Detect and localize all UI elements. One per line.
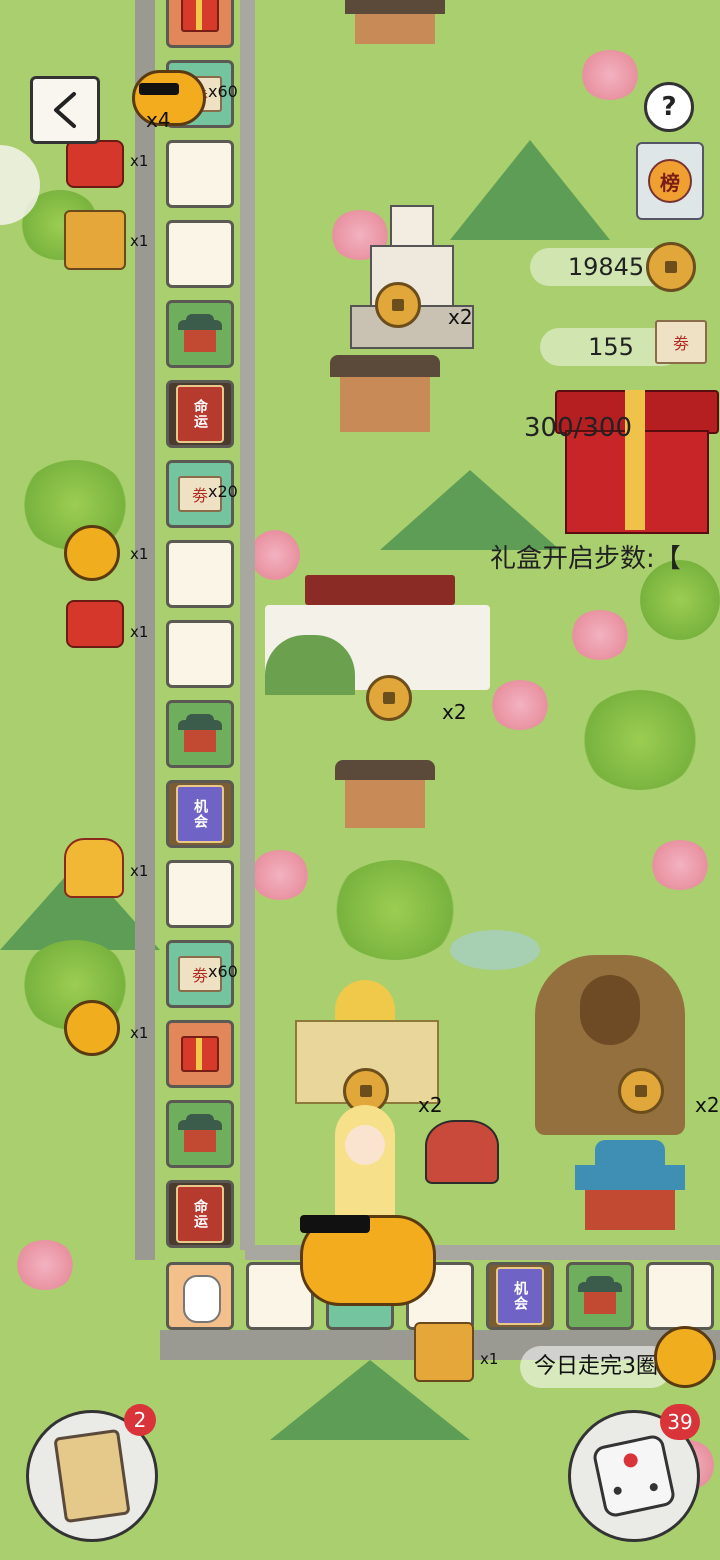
cards-badge: 2 <box>124 1404 156 1436</box>
kite-icon <box>425 1120 499 1184</box>
fate-card-icon: 命运 <box>176 385 224 443</box>
board-tile-temple <box>166 700 234 768</box>
reward-count: x1 <box>130 862 149 880</box>
board-tile-fate: 命运 <box>166 380 234 448</box>
temple-icon <box>578 1276 622 1316</box>
blue-pavilion-landmark <box>575 1140 685 1230</box>
reward-count: x1 <box>130 1024 149 1042</box>
blossom-decoration <box>650 840 710 890</box>
blossom-decoration <box>15 1240 75 1290</box>
board-tile-blank <box>166 540 234 608</box>
temple-icon <box>178 714 222 754</box>
coin-count: 19845 <box>567 253 645 281</box>
coin-icon <box>646 242 696 292</box>
help-button[interactable]: ? <box>644 82 694 132</box>
board-tile-blank <box>166 220 234 288</box>
board-wall <box>240 0 255 1250</box>
ranking-button[interactable]: 榜 <box>636 142 704 220</box>
pavilion-landmark <box>335 760 435 830</box>
board-tile-temple <box>166 300 234 368</box>
temple-icon <box>178 314 222 354</box>
ticket-count: 155 <box>588 333 634 361</box>
landmark-bonus: x2 <box>442 700 467 724</box>
today-laps-label: 今日走完3圈 <box>520 1346 672 1388</box>
lucky-bag-icon <box>64 838 124 898</box>
board-tile-temple <box>166 1100 234 1168</box>
back-arrow-icon <box>54 92 76 128</box>
tile-multiplier: x60 <box>208 962 238 981</box>
board-tile-gift <box>166 1020 234 1088</box>
tree-decoration <box>330 860 460 960</box>
dice-badge: 39 <box>660 1404 700 1440</box>
player-character <box>300 1105 436 1306</box>
big-gift-box[interactable] <box>555 360 719 534</box>
board-tile-fate: 命运 <box>166 1180 234 1248</box>
chance-card-icon: 机会 <box>496 1267 544 1325</box>
dice-icon <box>591 1433 677 1519</box>
board-tile-chance: 机会 <box>486 1262 554 1330</box>
gold-pot-icon <box>64 1000 120 1056</box>
blossom-decoration <box>490 680 550 730</box>
ticket-icon: 劵 <box>655 320 707 364</box>
blossom-decoration <box>570 610 630 660</box>
board-tile-alpaca <box>166 1262 234 1330</box>
reward-count: x1 <box>480 1350 499 1368</box>
landmark-bonus: x2 <box>448 305 473 329</box>
gift-bag-icon <box>64 210 126 270</box>
bonus-coin-icon <box>366 675 412 721</box>
reward-count: x1 <box>130 545 149 563</box>
reward-count: x1 <box>130 623 149 641</box>
alpaca-icon <box>183 1275 221 1323</box>
gift-progress: 300/300 <box>524 413 633 443</box>
gift-steps-label: 礼盒开启步数:【 <box>490 544 681 574</box>
landmark-bonus: x2 <box>695 1093 720 1117</box>
bonus-coin-icon <box>618 1068 664 1114</box>
tile-multiplier: x60 <box>208 82 238 101</box>
board-tile-blank <box>646 1262 714 1330</box>
fate-card-icon: 命运 <box>176 1185 224 1243</box>
board-tile-temple <box>566 1262 634 1330</box>
reward-count: x1 <box>130 152 149 170</box>
tree-decoration <box>580 690 700 790</box>
bonus-coin-icon <box>375 282 421 328</box>
pond-decoration <box>450 930 540 970</box>
temple-icon <box>178 1114 222 1154</box>
gold-pot-icon <box>64 525 120 581</box>
reward-count: x1 <box>130 232 149 250</box>
firecracker-icon <box>66 600 124 648</box>
cards-icon <box>53 1428 131 1524</box>
gold-pot-icon <box>654 1326 716 1388</box>
blossom-decoration <box>580 50 640 100</box>
teahouse-landmark <box>345 0 445 45</box>
pig-multiplier: x4 <box>146 108 171 132</box>
board-tile-blank <box>166 620 234 688</box>
firecracker-icon <box>66 140 124 188</box>
gift-box-icon <box>181 0 219 32</box>
board-tile-blank <box>166 140 234 208</box>
chance-card-icon: 机会 <box>176 785 224 843</box>
ranking-icon: 榜 <box>648 159 692 203</box>
help-icon: ? <box>661 92 677 122</box>
teahouse-landmark <box>330 355 440 435</box>
gift-bag-icon <box>414 1322 474 1382</box>
board-tile-gift <box>166 0 234 48</box>
board-tile-chance: 机会 <box>166 780 234 848</box>
gift-box-icon <box>181 1036 219 1072</box>
tile-multiplier: x20 <box>208 482 238 501</box>
mountain-decoration <box>450 140 610 240</box>
back-button[interactable] <box>30 76 100 144</box>
blossom-decoration <box>250 850 310 900</box>
board-tile-blank <box>166 860 234 928</box>
